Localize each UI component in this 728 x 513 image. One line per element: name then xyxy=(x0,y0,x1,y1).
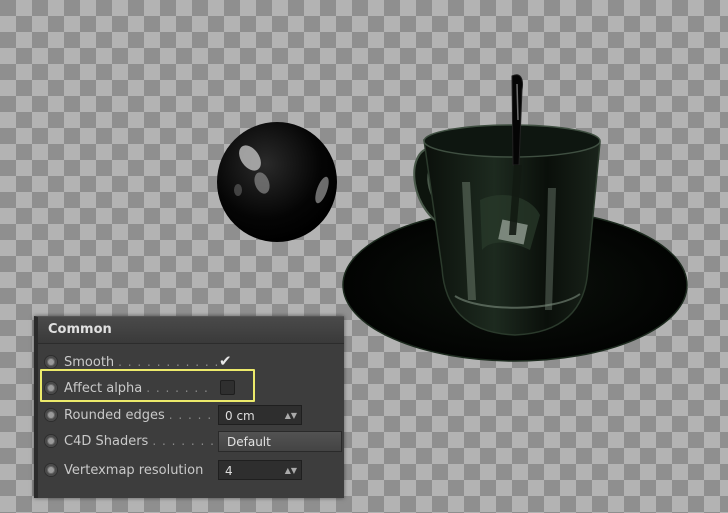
vertexmap-resolution-label: Vertexmap resolution xyxy=(64,462,204,478)
smooth-checkbox[interactable]: ✔ xyxy=(219,354,232,369)
affect-alpha-highlight xyxy=(40,369,255,402)
c4d-shaders-dots: . . . . . . . xyxy=(152,434,215,448)
vertexmap-resolution-row: Vertexmap resolution xyxy=(44,458,203,482)
rounded-edges-value: 0 cm xyxy=(225,409,255,423)
vertexmap-resolution-input[interactable]: 4 ▲▼ xyxy=(218,460,302,480)
smooth-dots: . . . . . . . . . . . xyxy=(118,355,220,369)
c4d-shaders-label: C4D Shaders xyxy=(64,433,149,449)
radio-icon[interactable] xyxy=(44,463,58,477)
rounded-edges-row: Rounded edges . . . . . xyxy=(44,403,212,427)
radio-icon[interactable] xyxy=(44,355,58,369)
c4d-shaders-row: C4D Shaders . . . . . . . xyxy=(44,429,215,453)
radio-icon[interactable] xyxy=(44,408,58,422)
smooth-label: Smooth xyxy=(64,354,115,370)
c4d-shaders-dropdown[interactable]: Default xyxy=(218,431,342,452)
black-sphere xyxy=(217,122,337,242)
vertexmap-resolution-value: 4 xyxy=(225,464,233,478)
panel-title: Common xyxy=(38,317,344,344)
spinner-icon[interactable]: ▲▼ xyxy=(285,466,297,476)
rounded-edges-input[interactable]: 0 cm ▲▼ xyxy=(218,405,302,425)
rounded-edges-label: Rounded edges xyxy=(64,407,165,423)
common-settings-panel: Common Smooth . . . . . . . . . . . ✔ Af… xyxy=(34,316,344,498)
radio-icon[interactable] xyxy=(44,434,58,448)
spinner-icon[interactable]: ▲▼ xyxy=(285,411,297,421)
rounded-edges-dots: . . . . . xyxy=(168,408,213,422)
